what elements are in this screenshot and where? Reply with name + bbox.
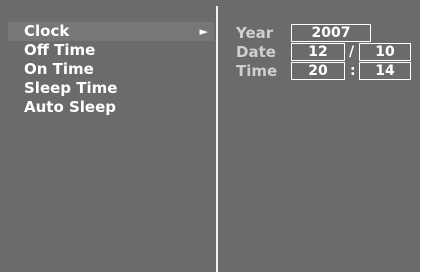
- year-label: Year: [236, 24, 274, 42]
- menu-item-sleep-time[interactable]: Sleep Time: [8, 79, 214, 98]
- menu-item-label: Auto Sleep: [24, 98, 117, 116]
- year-field[interactable]: 2007: [291, 24, 371, 42]
- menu-item-clock[interactable]: Clock ►: [8, 22, 214, 41]
- date-month-field[interactable]: 12: [291, 43, 345, 61]
- triangle-right-icon: ►: [199, 25, 208, 38]
- menu-item-auto-sleep[interactable]: Auto Sleep: [8, 98, 214, 117]
- time-minute-field[interactable]: 14: [359, 62, 411, 80]
- panel-divider: [216, 6, 218, 272]
- menu-item-on-time[interactable]: On Time: [8, 60, 214, 79]
- time-hour-field[interactable]: 20: [291, 62, 345, 80]
- time-separator: :: [350, 63, 356, 79]
- menu-item-label: Clock: [24, 22, 70, 40]
- date-label: Date: [236, 43, 276, 61]
- menu-item-label: Sleep Time: [24, 79, 118, 97]
- time-label: Time: [236, 62, 278, 80]
- menu-list: Clock ► Off Time On Time Sleep Time Auto…: [8, 22, 214, 117]
- menu-item-label: On Time: [24, 60, 94, 78]
- menu-item-label: Off Time: [24, 41, 96, 59]
- date-separator: /: [349, 44, 355, 60]
- osd-screen: Clock ► Off Time On Time Sleep Time Auto…: [0, 0, 420, 272]
- date-day-field[interactable]: 10: [359, 43, 411, 61]
- menu-item-off-time[interactable]: Off Time: [8, 41, 214, 60]
